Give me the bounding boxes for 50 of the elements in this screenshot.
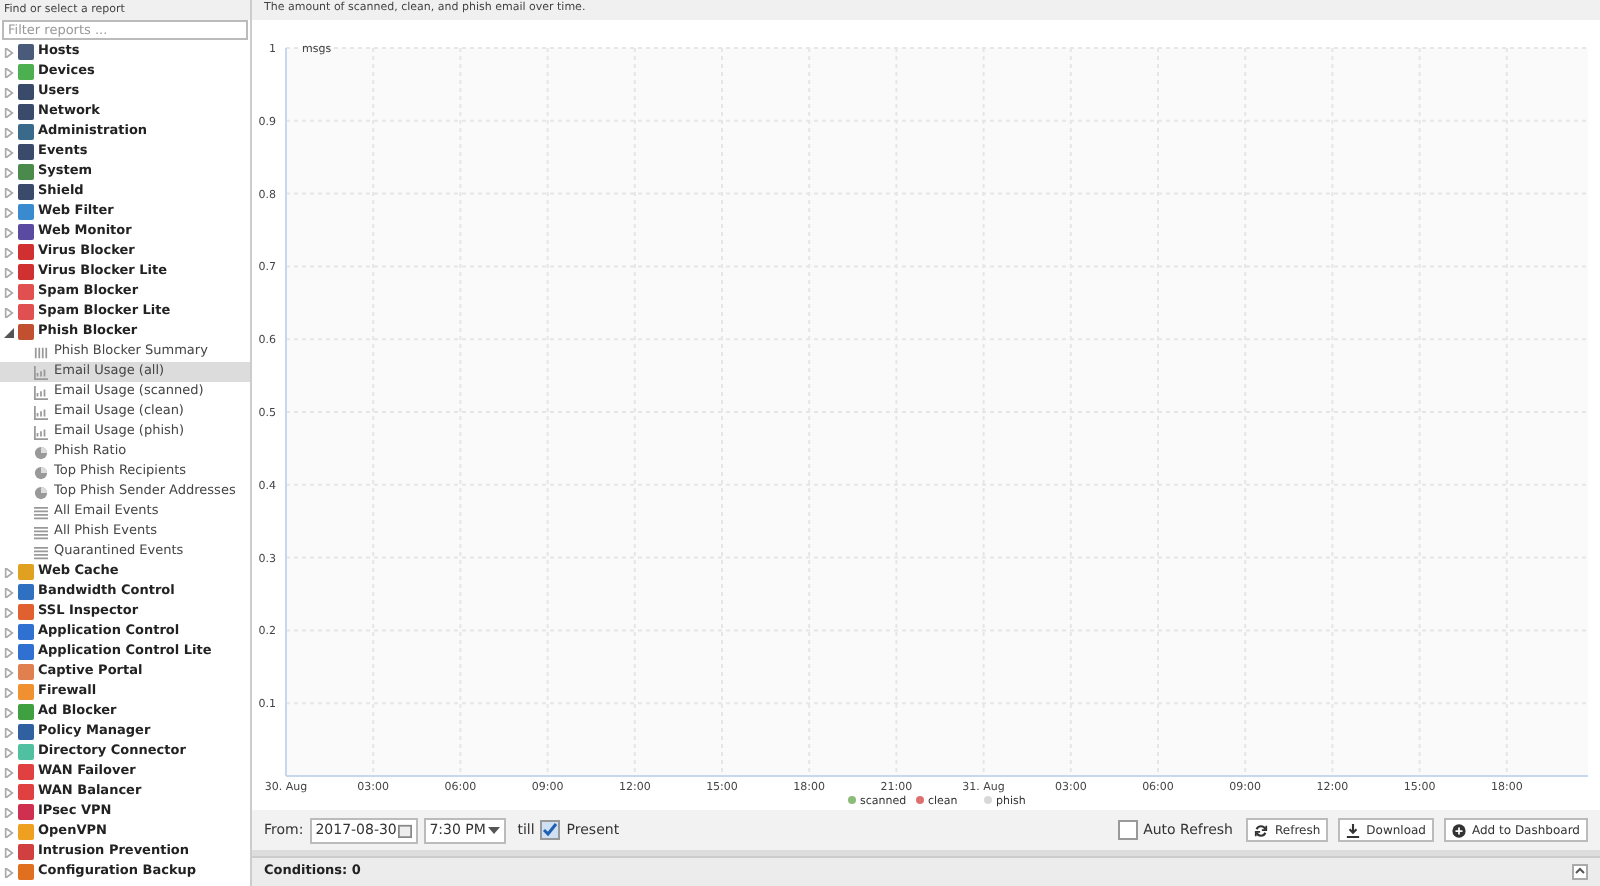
refresh-icon <box>1254 823 1269 837</box>
expand-arrow-icon[interactable] <box>4 227 14 237</box>
line-chart-icon <box>34 405 48 419</box>
text-report-icon <box>34 345 48 359</box>
expand-arrow-icon[interactable] <box>4 807 14 817</box>
expand-arrow-icon[interactable] <box>4 127 14 137</box>
expand-arrow-icon[interactable] <box>4 747 14 757</box>
expand-arrow-icon[interactable] <box>4 567 14 577</box>
expand-icon[interactable] <box>1572 864 1588 880</box>
expand-arrow-icon[interactable] <box>4 627 14 637</box>
expand-arrow-icon[interactable] <box>4 87 14 97</box>
expand-arrow-icon[interactable] <box>4 847 14 857</box>
calendar-icon[interactable] <box>397 823 412 837</box>
caret-icon <box>487 824 500 836</box>
expand-arrow-icon[interactable] <box>4 727 14 737</box>
expand-arrow-icon[interactable] <box>4 47 14 57</box>
expand-arrow-icon[interactable] <box>4 247 14 257</box>
list-icon <box>34 505 48 519</box>
expand-arrow-icon[interactable] <box>4 67 14 77</box>
pie-chart-icon <box>34 445 48 459</box>
expand-arrow-icon[interactable] <box>4 707 14 717</box>
expand-arrow-icon[interactable] <box>4 787 14 797</box>
expand-arrow-icon[interactable] <box>4 267 14 277</box>
line-chart-icon <box>34 385 48 399</box>
expand-arrow-icon[interactable] <box>4 287 14 297</box>
expand-arrow-icon[interactable] <box>4 107 14 117</box>
checkbox[interactable] <box>1117 820 1138 840</box>
list-icon <box>34 525 48 539</box>
collapse-arrow-icon[interactable] <box>4 327 14 337</box>
expand-arrow-icon[interactable] <box>4 167 14 177</box>
checkbox[interactable] <box>540 820 561 840</box>
expand-arrow-icon[interactable] <box>4 187 14 197</box>
expand-arrow-icon[interactable] <box>4 767 14 777</box>
expand-arrow-icon[interactable] <box>4 607 14 617</box>
add-icon <box>1451 823 1466 837</box>
expand-arrow-icon[interactable] <box>4 687 14 697</box>
line-chart-icon <box>34 365 48 379</box>
list-icon <box>34 545 48 559</box>
expand-arrow-icon[interactable] <box>4 647 14 657</box>
expand-arrow-icon[interactable] <box>4 667 14 677</box>
download-icon <box>1346 823 1361 837</box>
expand-arrow-icon[interactable] <box>4 867 14 877</box>
line-chart-icon <box>34 425 48 439</box>
expand-arrow-icon[interactable] <box>4 207 14 217</box>
expand-arrow-icon[interactable] <box>4 827 14 837</box>
pie-chart-icon <box>34 485 48 499</box>
expand-arrow-icon[interactable] <box>4 587 14 597</box>
pie-chart-icon <box>34 465 48 479</box>
expand-arrow-icon[interactable] <box>4 307 14 317</box>
expand-arrow-icon[interactable] <box>4 147 14 157</box>
